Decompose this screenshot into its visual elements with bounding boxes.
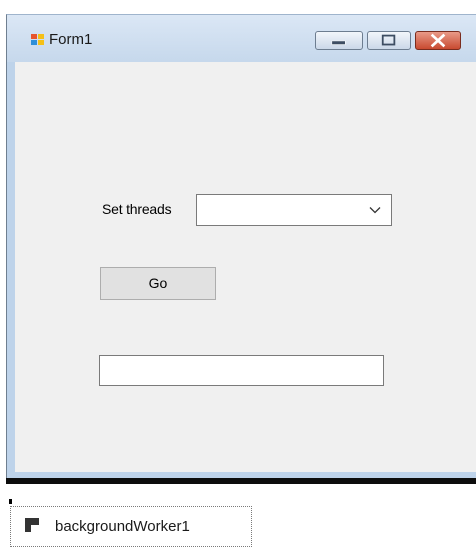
threads-label: Set threads	[102, 201, 172, 217]
chevron-down-icon[interactable]	[369, 206, 381, 214]
background-worker-label: backgroundWorker1	[55, 518, 190, 535]
maximize-icon	[381, 34, 396, 46]
tray-marker	[9, 499, 12, 504]
window-title: Form1	[49, 31, 93, 48]
close-icon	[430, 33, 446, 48]
close-button[interactable]	[415, 31, 461, 50]
threads-combobox[interactable]	[196, 194, 392, 226]
minimize-button[interactable]	[315, 31, 363, 50]
output-textbox[interactable]	[99, 355, 384, 386]
winforms-form-icon	[31, 34, 45, 46]
go-button[interactable]: Go	[100, 267, 216, 300]
title-bar[interactable]: Form1	[7, 15, 476, 62]
form-client-area: Set threads Go	[15, 62, 476, 472]
window-bottom-edge	[6, 478, 476, 484]
maximize-button[interactable]	[367, 31, 411, 50]
form-window: Form1 Set threads Go	[6, 14, 476, 482]
background-worker-component[interactable]: backgroundWorker1	[10, 506, 252, 547]
minimize-icon	[331, 40, 346, 45]
background-worker-icon	[25, 518, 39, 532]
